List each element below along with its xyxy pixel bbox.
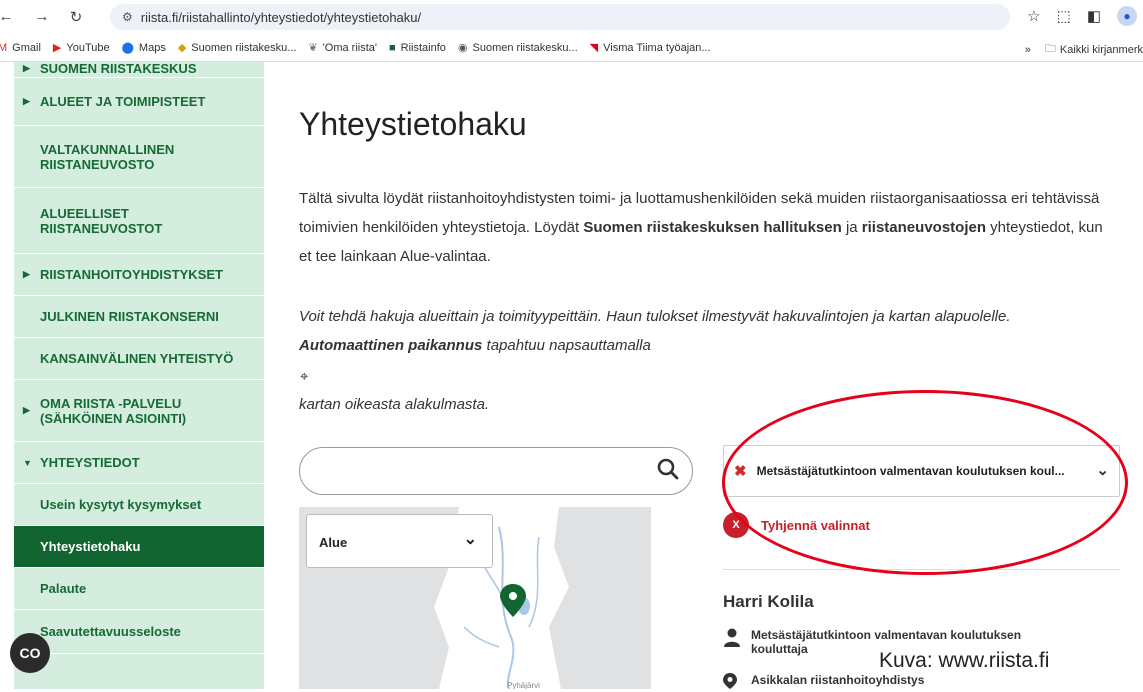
intro-bold-councils: riistaneuvostojen xyxy=(861,219,986,236)
area-select[interactable]: Alue ⌄ xyxy=(306,514,493,568)
maps-pin-icon: ⬤ xyxy=(121,42,134,54)
globe-icon: ◉ xyxy=(457,42,468,54)
bookmark-star-icon[interactable]: ☆ xyxy=(1027,7,1040,25)
map-place-label: Pyhäjärvi xyxy=(507,681,540,689)
sidebar-item-alueet[interactable]: ▶ ALUEET JA TOIMIPISTEET xyxy=(14,78,264,126)
browser-toolbar: ← → ↻ ⚙ riista.fi/riistahallinto/yhteyst… xyxy=(0,0,1143,34)
main-content: Yhteystietohaku Tältä sivulta löydät rii… xyxy=(299,62,1143,689)
sidebar-nav: ▶ SUOMEN RIISTAKESKUS ▶ ALUEET JA TOIMIPIS… xyxy=(14,62,264,689)
bookmark-youtube[interactable]: ▶ YouTube xyxy=(52,41,110,55)
sidebar-item-kansainvalinen[interactable]: KANSAINVÄLINEN YHTEISTYÖ xyxy=(14,338,264,380)
sidebar-item-yhteystiedot[interactable]: ▼ YHTEYSTIEDOT xyxy=(14,442,264,484)
sidebar-item-palaute[interactable]: Palaute xyxy=(14,568,264,610)
bookmark-maps[interactable]: ⬤ Maps xyxy=(121,41,166,55)
bookmark-riistainfo[interactable]: ■ Riistainfo xyxy=(389,42,446,54)
folder-icon: 🗀 xyxy=(1044,43,1056,55)
sidebar-item-julkinen[interactable]: JULKINEN RIISTAKONSERNI xyxy=(14,296,264,338)
location-pin-icon xyxy=(723,673,745,692)
address-bar[interactable]: ⚙ riista.fi/riistahallinto/yhteystiedot/… xyxy=(110,4,1010,30)
search-icon[interactable] xyxy=(656,457,680,481)
intro-text: Tältä sivulta löydät riistanhoitoyhdisty… xyxy=(299,190,1103,265)
sidebar-item-oma-riista[interactable]: ▶ OMA RIISTA -PALVELU (SÄHKÖINEN ASIOINTI… xyxy=(14,380,264,442)
person-name: Harri Kolila xyxy=(723,592,814,611)
youtube-icon: ▶ xyxy=(52,42,62,54)
url-text: riista.fi/riistahallinto/yhteystiedot/yh… xyxy=(140,9,422,25)
bookmark-visma[interactable]: ◥ Visma Tiima työajan... xyxy=(589,41,711,55)
oma-riista-icon: ❦ xyxy=(308,42,318,54)
bookmark-riistakeskus-2[interactable]: ◉ Suomen riistakesku... xyxy=(457,41,578,55)
area-select-label: Alue xyxy=(319,535,348,550)
person-association-row: Asikkalan riistanhoitoyhdistys xyxy=(723,673,924,692)
sidebar-item-suomen-riistakeskus[interactable]: ▶ SUOMEN RIISTAKESKUS xyxy=(14,62,264,78)
page-title: Yhteystietohaku xyxy=(299,106,527,142)
sidebar-item-alueelliset[interactable]: ALUEELLISET RIISTANEUVOSTOT xyxy=(14,188,264,254)
gmail-icon: M xyxy=(0,42,7,54)
reload-icon[interactable]: ↻ xyxy=(64,8,88,26)
profile-avatar[interactable]: ● xyxy=(1117,6,1137,26)
person-icon xyxy=(723,628,745,656)
back-icon[interactable]: ← xyxy=(0,8,18,25)
extensions-icon[interactable]: ⬚ xyxy=(1057,7,1071,25)
accessibility-badge[interactable]: CO xyxy=(10,633,50,673)
bookmarks-overflow-button[interactable]: » xyxy=(1025,44,1031,56)
bookmark-riistakeskus-1[interactable]: ◆ Suomen riistakesku... xyxy=(177,41,297,55)
locate-crosshair-icon: ⌖ xyxy=(300,368,309,385)
annotation-ellipse xyxy=(722,390,1128,575)
bookmarks-bar: MGmail ▶YouTube ⬤Maps ◆Suomen riistakesk… xyxy=(0,34,1143,62)
bookmark-gmail[interactable]: MGmail xyxy=(0,42,41,54)
hint-bold: Automaattinen paikannus xyxy=(299,337,483,354)
sidebar-item-yhteystietohaku[interactable]: Yhteystietohaku xyxy=(14,526,264,568)
sidebar-item-saavutettavuus[interactable]: Saavutettavuusseloste xyxy=(14,610,264,654)
person-association: Asikkalan riistanhoitoyhdistys xyxy=(751,673,925,687)
forward-icon[interactable]: → xyxy=(30,8,54,25)
all-bookmarks-button[interactable]: Kaikki kirjanmerk xyxy=(1060,44,1143,56)
chevron-down-icon: ⌄ xyxy=(463,531,477,548)
search-input[interactable] xyxy=(299,447,693,495)
side-panel-icon[interactable]: ◧ xyxy=(1087,7,1101,25)
sidebar-item-rhy[interactable]: ▶ RIISTANHOITOYHDISTYKSET xyxy=(14,254,264,296)
search-hint: Voit tehdä hakuja alueittain ja toimityy… xyxy=(299,308,1011,354)
site-settings-icon[interactable]: ⚙ xyxy=(122,10,133,24)
riistainfo-icon: ■ xyxy=(389,41,396,54)
sidebar-item-faq[interactable]: Usein kysytyt kysymykset xyxy=(14,484,264,526)
sidebar-item-valtakunnallinen[interactable]: VALTAKUNNALLINEN RIISTANEUVOSTO xyxy=(14,126,264,188)
image-caption: Kuva: www.riista.fi xyxy=(879,649,1050,672)
bookmark-oma-riista[interactable]: ❦ 'Oma riista' xyxy=(308,41,377,55)
intro-bold-board: Suomen riistakeskuksen hallituksen xyxy=(583,219,842,236)
riistakeskus-logo-icon: ◆ xyxy=(177,42,187,54)
visma-icon: ◥ xyxy=(589,42,599,54)
search-hint-end: kartan oikeasta alakulmasta. xyxy=(299,396,490,413)
